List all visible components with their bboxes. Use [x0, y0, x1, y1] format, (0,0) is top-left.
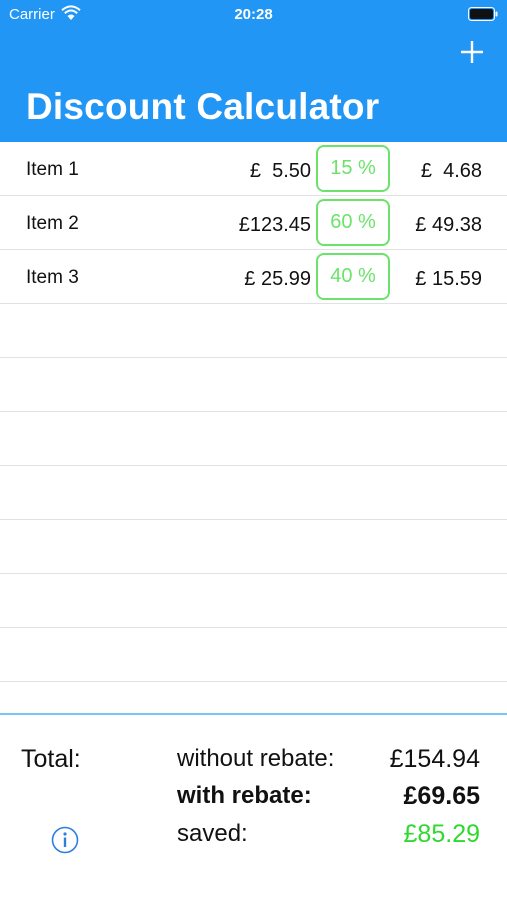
empty-row	[0, 628, 507, 682]
without-rebate-label: without rebate:	[177, 745, 335, 772]
item-price: £ 25.99	[244, 268, 311, 290]
list-item[interactable]: Item 3 £ 25.99 40 % £ 15.59	[0, 250, 507, 304]
item-final-price: £ 15.59	[415, 268, 482, 290]
total-label: Total:	[21, 745, 81, 773]
with-rebate-label: with rebate:	[177, 782, 312, 809]
empty-row	[0, 304, 507, 358]
empty-row	[0, 412, 507, 466]
discount-button[interactable]: 15 %	[316, 145, 390, 192]
item-final-price: £ 49.38	[415, 214, 482, 236]
empty-row	[0, 574, 507, 628]
navigation-header: Carrier 20:28 Discount Calculator	[0, 0, 507, 142]
item-price: £ 5.50	[249, 160, 311, 182]
status-bar: Carrier 20:28	[0, 0, 507, 30]
page-title: Discount Calculator	[26, 86, 380, 127]
with-rebate-value: £69.65	[403, 782, 480, 810]
item-final-price: £ 4.68	[420, 160, 482, 182]
item-price: £123.45	[238, 214, 311, 236]
empty-row	[0, 466, 507, 520]
battery-icon	[468, 7, 498, 21]
totals-footer: Total: without rebate: £154.94 with reba…	[0, 715, 507, 900]
item-name: Item 3	[26, 267, 79, 288]
list-item[interactable]: Item 2 £123.45 60 % £ 49.38	[0, 196, 507, 250]
item-name: Item 1	[26, 159, 79, 180]
status-time: 20:28	[234, 6, 273, 23]
list-item[interactable]: Item 1 £ 5.50 15 % £ 4.68	[0, 142, 507, 196]
info-icon[interactable]	[51, 826, 79, 854]
plus-icon[interactable]	[458, 38, 486, 66]
without-rebate-value: £154.94	[389, 745, 480, 773]
discount-button[interactable]: 40 %	[316, 253, 390, 300]
item-name: Item 2	[26, 213, 79, 234]
saved-value: £85.29	[403, 820, 480, 848]
empty-row	[0, 520, 507, 574]
empty-row	[0, 358, 507, 412]
items-list: Item 1 £ 5.50 15 % £ 4.68 Item 2 £123.45…	[0, 142, 507, 682]
saved-label: saved:	[177, 820, 248, 847]
discount-button[interactable]: 60 %	[316, 199, 390, 246]
